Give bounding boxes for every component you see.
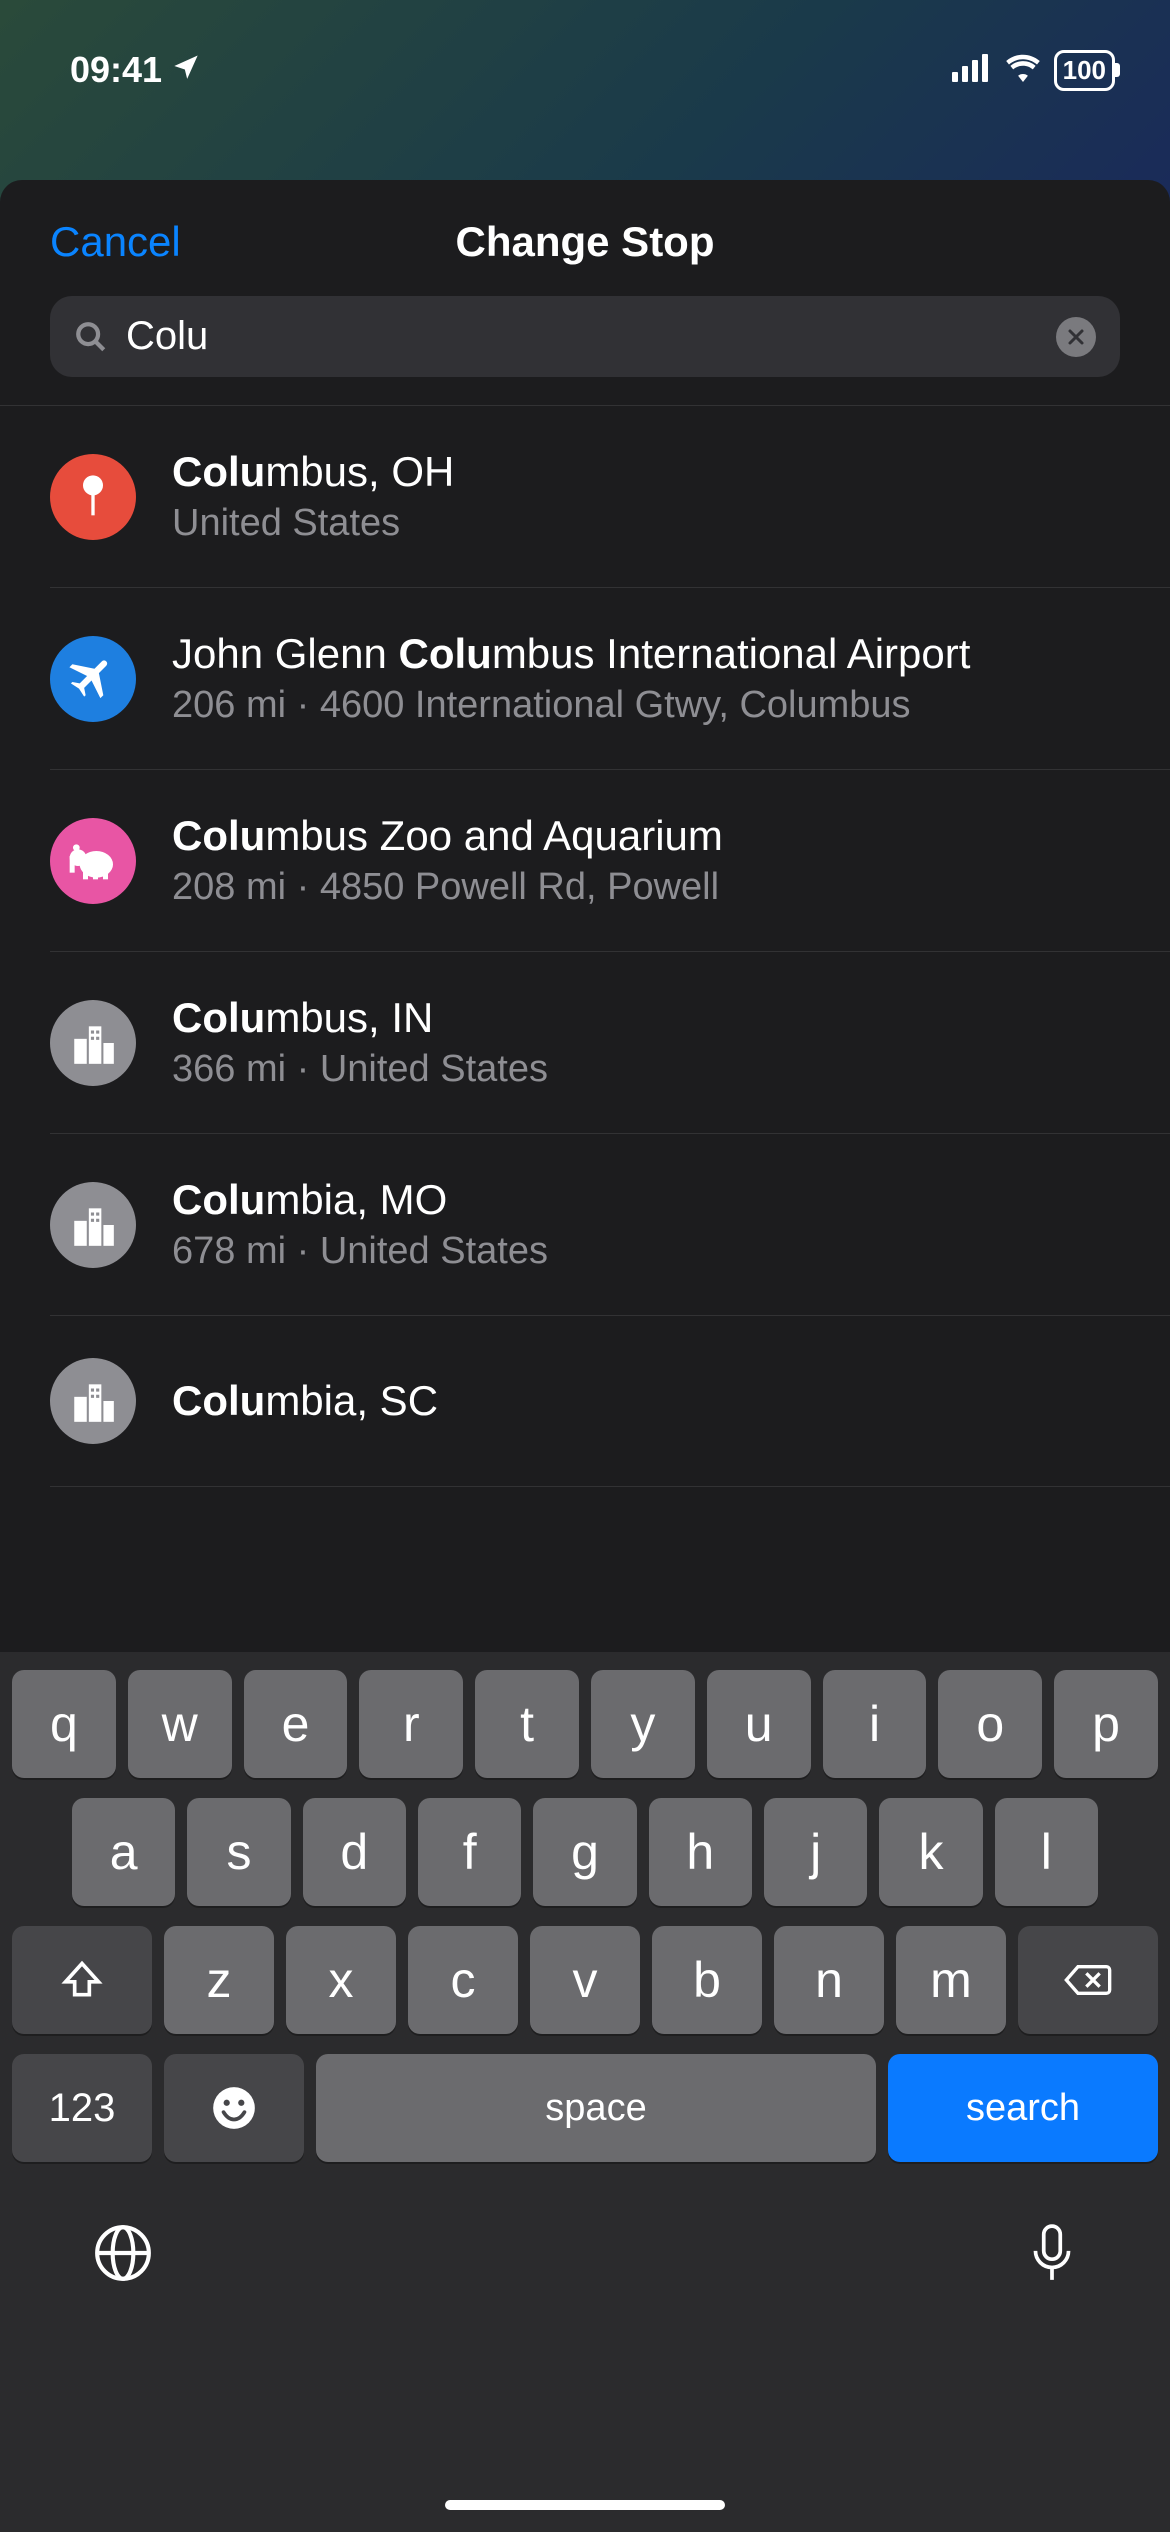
result-subtitle: United States <box>172 502 1120 545</box>
search-sheet: Cancel Change Stop Columbus, OH United S… <box>0 180 1170 2532</box>
result-text: Columbus, IN 366 mi · United States <box>172 994 1120 1091</box>
emoji-key[interactable] <box>164 2054 304 2162</box>
backspace-key[interactable] <box>1018 1926 1158 2034</box>
key-j[interactable]: j <box>764 1798 867 1906</box>
result-text: John Glenn Columbus International Airpor… <box>172 630 1120 727</box>
microphone-icon[interactable] <box>1026 2222 1078 2289</box>
result-title: John Glenn Columbus International Airpor… <box>172 630 1120 678</box>
result-title: Columbus, IN <box>172 994 1120 1042</box>
result-subtitle: 366 mi · United States <box>172 1048 1120 1091</box>
key-p[interactable]: p <box>1054 1670 1158 1778</box>
result-text: Columbus Zoo and Aquarium 208 mi · 4850 … <box>172 812 1120 909</box>
key-d[interactable]: d <box>303 1798 406 1906</box>
clear-search-button[interactable] <box>1056 317 1096 357</box>
battery-indicator: 100 <box>1054 50 1115 91</box>
search-result-row[interactable]: John Glenn Columbus International Airpor… <box>50 588 1170 770</box>
search-result-row[interactable]: Columbus Zoo and Aquarium 208 mi · 4850 … <box>50 770 1170 952</box>
shift-key[interactable] <box>12 1926 152 2034</box>
location-arrow-icon <box>172 52 200 88</box>
sheet-header: Cancel Change Stop <box>0 180 1170 296</box>
search-result-row[interactable]: Columbus, IN 366 mi · United States <box>50 952 1170 1134</box>
key-f[interactable]: f <box>418 1798 521 1906</box>
space-key[interactable]: space <box>316 2054 876 2162</box>
cancel-button[interactable]: Cancel <box>50 218 181 266</box>
key-v[interactable]: v <box>530 1926 640 2034</box>
result-title: Columbia, MO <box>172 1176 1120 1224</box>
airport-icon <box>50 636 136 722</box>
key-w[interactable]: w <box>128 1670 232 1778</box>
key-k[interactable]: k <box>879 1798 982 1906</box>
key-i[interactable]: i <box>823 1670 927 1778</box>
cellular-signal-icon <box>952 49 992 91</box>
result-text: Columbia, SC <box>172 1377 1120 1425</box>
wifi-icon <box>1004 49 1042 91</box>
result-text: Columbus, OH United States <box>172 448 1120 545</box>
key-y[interactable]: y <box>591 1670 695 1778</box>
key-n[interactable]: n <box>774 1926 884 2034</box>
search-result-row[interactable]: Columbus, OH United States <box>50 406 1170 588</box>
globe-icon[interactable] <box>92 2222 154 2289</box>
key-u[interactable]: u <box>707 1670 811 1778</box>
pin-icon <box>50 454 136 540</box>
city-icon <box>50 1000 136 1086</box>
result-title: Columbia, SC <box>172 1377 1120 1425</box>
search-icon <box>74 320 108 354</box>
key-m[interactable]: m <box>896 1926 1006 2034</box>
key-c[interactable]: c <box>408 1926 518 2034</box>
key-b[interactable]: b <box>652 1926 762 2034</box>
status-time: 09:41 <box>70 49 162 91</box>
key-r[interactable]: r <box>359 1670 463 1778</box>
key-z[interactable]: z <box>164 1926 274 2034</box>
key-e[interactable]: e <box>244 1670 348 1778</box>
key-h[interactable]: h <box>649 1798 752 1906</box>
keyboard: qwertyuiop asdfghjkl zxcvbnm 123 <box>0 1652 1170 2532</box>
result-subtitle: 206 mi · 4600 International Gtwy, Columb… <box>172 684 1120 727</box>
key-x[interactable]: x <box>286 1926 396 2034</box>
key-a[interactable]: a <box>72 1798 175 1906</box>
key-q[interactable]: q <box>12 1670 116 1778</box>
result-title: Columbus Zoo and Aquarium <box>172 812 1120 860</box>
key-l[interactable]: l <box>995 1798 1098 1906</box>
home-indicator[interactable] <box>445 2500 725 2510</box>
search-results: Columbus, OH United States John Glenn Co… <box>0 405 1170 1487</box>
search-key[interactable]: search <box>888 2054 1158 2162</box>
status-bar: 09:41 100 <box>0 0 1170 110</box>
result-subtitle: 678 mi · United States <box>172 1230 1120 1273</box>
search-input[interactable] <box>126 314 1038 359</box>
key-t[interactable]: t <box>475 1670 579 1778</box>
key-s[interactable]: s <box>187 1798 290 1906</box>
city-icon <box>50 1358 136 1444</box>
search-result-row[interactable]: Columbia, MO 678 mi · United States <box>50 1134 1170 1316</box>
search-field-wrap[interactable] <box>50 296 1120 377</box>
numbers-key[interactable]: 123 <box>12 2054 152 2162</box>
city-icon <box>50 1182 136 1268</box>
sheet-title: Change Stop <box>456 218 715 266</box>
search-result-row[interactable]: Columbia, SC <box>50 1316 1170 1487</box>
result-title: Columbus, OH <box>172 448 1120 496</box>
result-subtitle: 208 mi · 4850 Powell Rd, Powell <box>172 866 1120 909</box>
key-g[interactable]: g <box>533 1798 636 1906</box>
key-o[interactable]: o <box>938 1670 1042 1778</box>
zoo-icon <box>50 818 136 904</box>
result-text: Columbia, MO 678 mi · United States <box>172 1176 1120 1273</box>
